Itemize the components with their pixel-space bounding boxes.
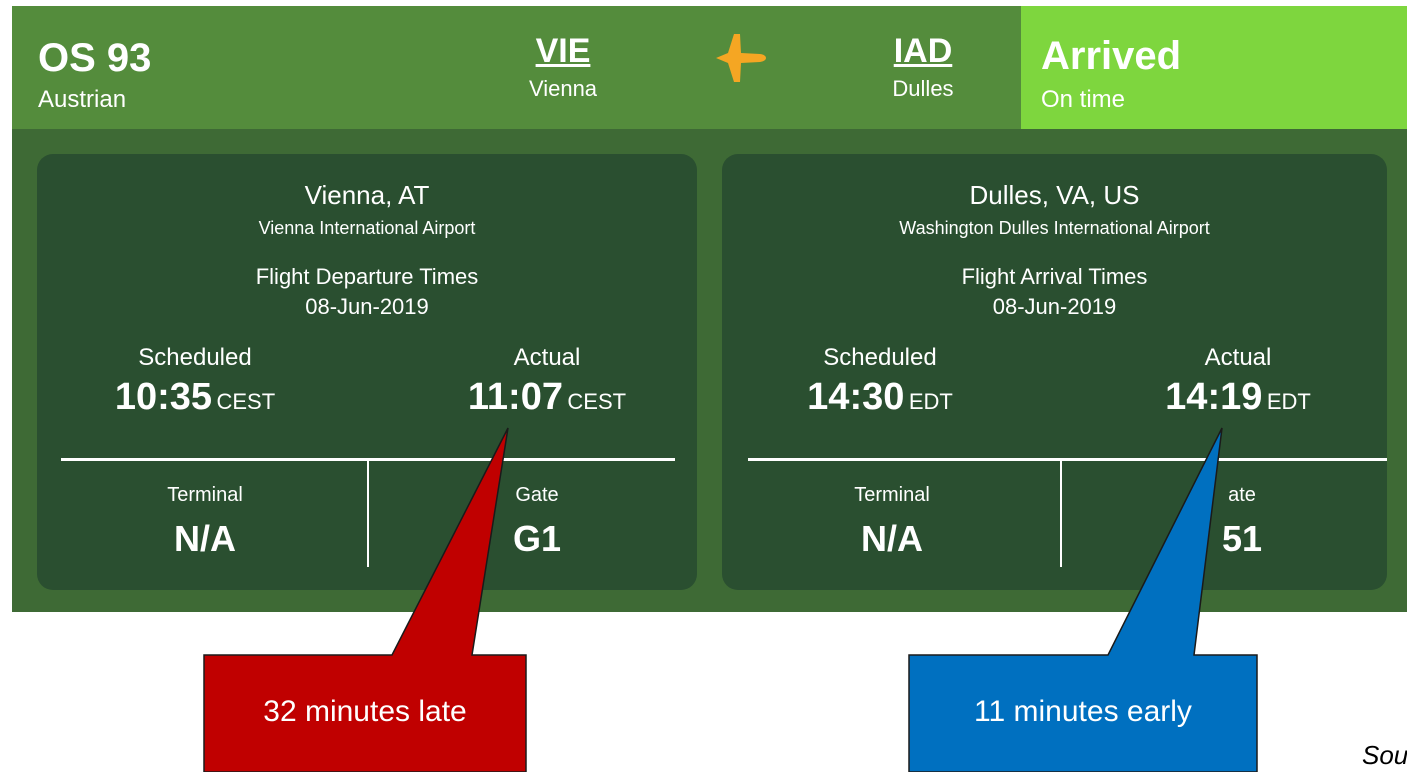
early-callout-text: 11 minutes early [974,695,1192,728]
late-callout-text: 32 minutes late [263,695,467,728]
annotation-overlay [203,427,1258,772]
source-note: Sou [1362,740,1407,770]
